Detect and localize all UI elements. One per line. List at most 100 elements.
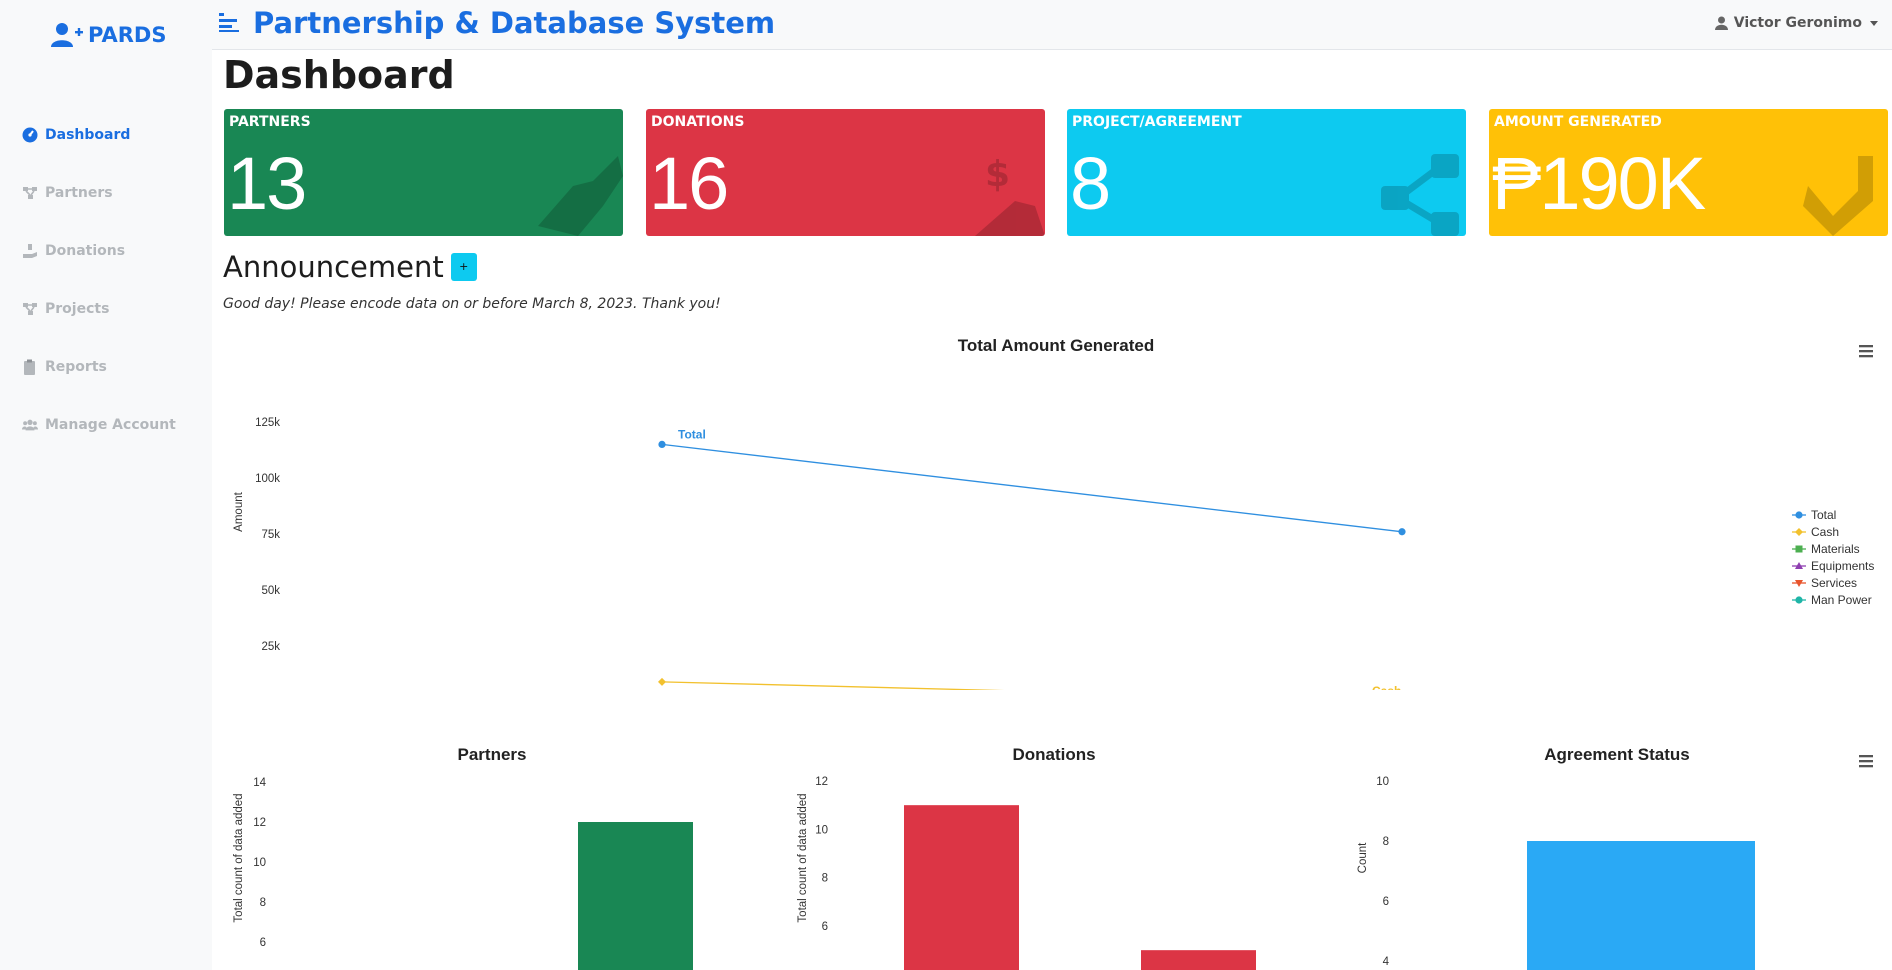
- legend-marker: [1795, 511, 1803, 519]
- legend-item[interactable]: Services: [1792, 576, 1857, 590]
- legend-label: Man Power: [1811, 593, 1872, 607]
- data-point: [658, 677, 666, 686]
- legend-marker: [1795, 545, 1803, 553]
- card-value: 8: [1070, 142, 1111, 225]
- handshake-icon: [538, 156, 623, 236]
- sidebar-item-projects[interactable]: Projects: [22, 280, 212, 338]
- page-title: Dashboard: [223, 53, 455, 97]
- sidebar-item-donations[interactable]: Donations: [22, 222, 212, 280]
- card-value: 13: [227, 142, 307, 225]
- legend-item[interactable]: Cash: [1792, 525, 1839, 539]
- chart-title: Partners: [458, 745, 527, 764]
- user-menu[interactable]: Victor Geronimo: [1714, 15, 1878, 31]
- legend-item[interactable]: Equipments: [1792, 559, 1874, 573]
- sidebar-item-label: Reports: [45, 359, 107, 375]
- svg-text:$: $: [985, 154, 1010, 195]
- top-navbar: Partnership & Database System Victor Ger…: [212, 0, 1892, 50]
- brand-logo[interactable]: PARDS: [50, 22, 166, 48]
- user-plus-icon: [51, 23, 83, 47]
- y-tick-label: 6: [822, 921, 828, 933]
- bar[interactable]: [578, 822, 693, 970]
- card-label: PROJECT/AGREEMENT: [1072, 114, 1242, 130]
- series-cash: [658, 677, 1005, 690]
- sidebar-item-reports[interactable]: Reports: [22, 338, 212, 396]
- donate-hand-icon: [23, 244, 37, 258]
- sidebar-nav: Dashboard Partners Donations Projects Re…: [22, 106, 212, 454]
- donations-card[interactable]: DONATIONS 16 $: [646, 109, 1045, 236]
- bar[interactable]: [904, 805, 1019, 970]
- data-point: [1398, 528, 1406, 536]
- user-name: Victor Geronimo: [1733, 15, 1862, 31]
- data-label: Cash: [1372, 684, 1401, 690]
- y-axis-label: Total count of data added: [797, 793, 809, 922]
- partners-card[interactable]: PARTNERS 13: [224, 109, 623, 236]
- amount-card[interactable]: AMOUNT GENERATED ₱190K: [1489, 109, 1888, 236]
- chart-title: Agreement Status: [1544, 745, 1689, 764]
- y-tick-label: 8: [822, 873, 828, 885]
- sidebar-item-label: Partners: [45, 185, 113, 201]
- y-tick-label: 75k: [261, 529, 280, 541]
- y-axis-label: Total count of data added: [233, 793, 245, 922]
- sidebar-item-label: Dashboard: [45, 127, 131, 143]
- y-tick-label: 10: [253, 857, 266, 869]
- y-tick-label: 14: [253, 777, 266, 789]
- total-amount-line-chart: Total Amount Generated Amount 025k50k75k…: [233, 336, 1874, 690]
- card-value: ₱190K: [1492, 142, 1706, 225]
- bar[interactable]: [1527, 841, 1755, 970]
- y-tick-label: 8: [1383, 836, 1389, 848]
- sidebar-item-label: Projects: [45, 301, 110, 317]
- legend-item[interactable]: Materials: [1792, 542, 1860, 556]
- chart-title: Total Amount Generated: [958, 336, 1154, 355]
- y-tick-label: 6: [260, 937, 266, 949]
- sidebar-item-manage-account[interactable]: Manage Account: [22, 396, 212, 454]
- clipboard-icon: [24, 359, 35, 375]
- chart-menu-icon[interactable]: [1859, 755, 1873, 768]
- legend-label: Cash: [1811, 525, 1839, 539]
- chart-line-icon: [1803, 156, 1873, 236]
- card-label: AMOUNT GENERATED: [1494, 114, 1662, 130]
- sidebar-item-label: Manage Account: [45, 417, 176, 433]
- sidebar-item-partners[interactable]: Partners: [22, 164, 212, 222]
- legend-label: Total: [1811, 508, 1836, 522]
- chart-title: Donations: [1012, 745, 1095, 764]
- series-total: [658, 440, 1406, 536]
- legend-marker: [1795, 528, 1803, 536]
- y-tick-label: 125k: [255, 417, 280, 429]
- legend-label: Materials: [1811, 542, 1860, 556]
- network-icon: [23, 187, 37, 199]
- y-axis-label: Count: [1357, 842, 1369, 873]
- y-tick-label: 50k: [261, 585, 280, 597]
- users-icon: [22, 419, 38, 431]
- y-tick-label: 100k: [255, 473, 280, 485]
- card-value: 16: [649, 142, 729, 225]
- main-content: Dashboard PARTNERS 13 DONATIONS 16 $ PRO…: [212, 50, 1892, 970]
- y-tick-label: 12: [815, 776, 828, 788]
- y-axis-label: Amount: [233, 491, 245, 531]
- sidebar-item-dashboard[interactable]: Dashboard: [22, 106, 212, 164]
- y-tick-label: 25k: [261, 641, 280, 653]
- legend-item[interactable]: Man Power: [1792, 593, 1872, 607]
- series-line: [661, 681, 1005, 690]
- y-tick-label: 10: [1376, 776, 1389, 788]
- dashboard-icon: [22, 127, 38, 143]
- announcement-title: Announcement: [223, 250, 444, 284]
- y-tick-label: 4: [1383, 956, 1390, 968]
- announcement-text: Good day! Please encode data on or befor…: [223, 296, 721, 312]
- sidebar-toggle-icon[interactable]: [219, 12, 241, 32]
- y-tick-label: 8: [260, 897, 266, 909]
- chart-menu-icon[interactable]: [1859, 345, 1873, 358]
- brand-name: PARDS: [88, 23, 167, 47]
- y-tick-label: 6: [1383, 896, 1389, 908]
- user-icon: [1714, 16, 1728, 30]
- projects-card[interactable]: PROJECT/AGREEMENT 8: [1067, 109, 1466, 236]
- add-announcement-button[interactable]: +: [450, 253, 477, 281]
- bar[interactable]: [1141, 950, 1256, 970]
- chevron-down-icon: [1870, 20, 1878, 26]
- app-title: Partnership & Database System: [253, 6, 776, 40]
- announcement-heading: Announcement +: [223, 250, 477, 284]
- sidebar: PARDS Dashboard Partners Donations Proje…: [0, 0, 212, 970]
- data-point: [658, 440, 666, 448]
- data-label: Total: [678, 427, 706, 441]
- legend-item[interactable]: Total: [1792, 508, 1836, 522]
- bar-charts: Partners Total count of data added 6 8 10 12 1…: [233, 745, 1873, 970]
